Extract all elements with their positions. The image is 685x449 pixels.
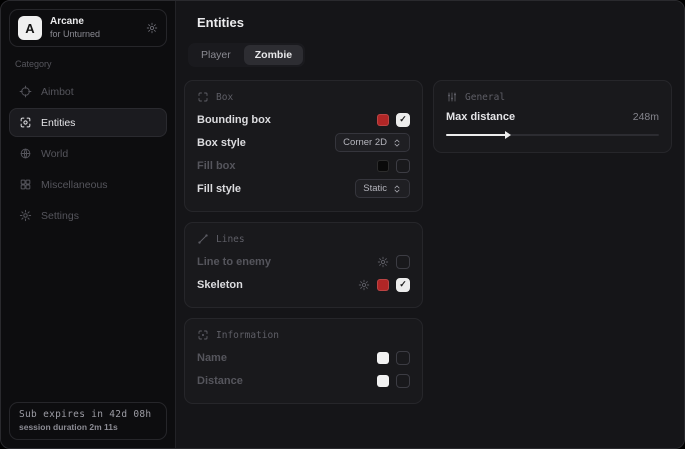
name-label: Name: [197, 352, 227, 364]
row-fill-style: Fill style Static: [197, 177, 410, 200]
box-style-select[interactable]: Corner 2D: [335, 133, 410, 152]
row-fill-box: Fill box: [197, 154, 410, 177]
globe-icon: [19, 147, 32, 160]
category-label: Category: [15, 59, 161, 69]
session-duration-text: session duration 2m 11s: [19, 422, 157, 432]
tab-zombie[interactable]: Zombie: [244, 45, 303, 65]
app-title-block: Arcane for Unturned: [50, 16, 100, 39]
row-bounding-box: Bounding box: [197, 108, 410, 131]
general-card-title: General: [465, 92, 505, 103]
information-card-header: Information: [197, 329, 410, 341]
box-corners-icon: [197, 91, 209, 103]
box-card-header: Box: [197, 91, 410, 103]
box-card: Box Bounding box Box style Corner 2D: [184, 80, 423, 212]
max-distance-value: 248m: [633, 111, 659, 123]
skeleton-checkbox[interactable]: [396, 278, 410, 292]
lines-card-header: Lines: [197, 233, 410, 245]
bounding-box-color-swatch[interactable]: [377, 114, 389, 126]
fill-style-select[interactable]: Static: [355, 179, 410, 198]
page-title: Entities: [197, 15, 672, 30]
right-column: General Max distance 248m: [433, 80, 672, 153]
sidebar-item-label: World: [41, 148, 68, 160]
sidebar-item-settings[interactable]: Settings: [9, 201, 167, 230]
app-header: A Arcane for Unturned: [9, 9, 167, 47]
bounding-box-label: Bounding box: [197, 114, 271, 126]
fill-box-checkbox[interactable]: [396, 159, 410, 173]
left-column: Box Bounding box Box style Corner 2D: [184, 80, 423, 404]
line-to-enemy-label: Line to enemy: [197, 256, 271, 268]
distance-color-swatch[interactable]: [377, 375, 389, 387]
line-to-enemy-settings-icon[interactable]: [377, 256, 389, 268]
row-box-style: Box style Corner 2D: [197, 131, 410, 154]
skeleton-color-swatch[interactable]: [377, 279, 389, 291]
fill-style-value: Static: [363, 183, 387, 194]
distance-label: Distance: [197, 375, 243, 387]
slider-fill: [446, 134, 506, 136]
grid-icon: [19, 178, 32, 191]
bounding-box-checkbox[interactable]: [396, 113, 410, 127]
skeleton-label: Skeleton: [197, 279, 243, 291]
sidebar-item-label: Miscellaneous: [41, 179, 108, 191]
sidebar-item-label: Settings: [41, 210, 79, 222]
line-to-enemy-checkbox[interactable]: [396, 255, 410, 269]
name-color-swatch[interactable]: [377, 352, 389, 364]
app-name: Arcane: [50, 16, 100, 29]
sidebar-item-world[interactable]: World: [9, 139, 167, 168]
tab-player[interactable]: Player: [190, 45, 242, 65]
box-style-label: Box style: [197, 137, 246, 149]
gear-icon: [19, 209, 32, 222]
lines-card-title: Lines: [216, 234, 245, 245]
sidebar: A Arcane for Unturned Category Aimbot En…: [1, 1, 176, 448]
max-distance-label: Max distance: [446, 111, 515, 123]
row-name: Name: [197, 346, 410, 369]
sub-expires-text: Sub expires in 42d 08h: [19, 409, 157, 420]
sidebar-item-label: Aimbot: [41, 86, 74, 98]
diagonal-line-icon: [197, 233, 209, 245]
box-style-value: Corner 2D: [343, 137, 387, 148]
fill-style-label: Fill style: [197, 183, 241, 195]
general-card: General Max distance 248m: [433, 80, 672, 153]
row-skeleton: Skeleton: [197, 273, 410, 296]
sidebar-item-aimbot[interactable]: Aimbot: [9, 77, 167, 106]
max-distance-slider[interactable]: [446, 129, 659, 141]
sliders-icon: [446, 91, 458, 103]
info-scan-icon: [197, 329, 209, 341]
sidebar-item-label: Entities: [41, 117, 75, 129]
header-gear-icon[interactable]: [146, 22, 158, 34]
subscription-card: Sub expires in 42d 08h session duration …: [9, 402, 167, 440]
chevrons-up-down-icon: [392, 184, 402, 194]
main-panel: Entities Player Zombie Box Bounding box: [176, 1, 684, 448]
fill-box-color-swatch[interactable]: [377, 160, 389, 172]
app-window: A Arcane for Unturned Category Aimbot En…: [0, 0, 685, 449]
app-subtitle: for Unturned: [50, 29, 100, 40]
lines-card: Lines Line to enemy Skeleton: [184, 222, 423, 308]
name-checkbox[interactable]: [396, 351, 410, 365]
information-card: Information Name Distance: [184, 318, 423, 404]
scan-icon: [19, 116, 32, 129]
general-card-header: General: [446, 91, 659, 103]
information-card-title: Information: [216, 330, 279, 341]
entity-tabs: Player Zombie: [188, 43, 305, 67]
content-columns: Box Bounding box Box style Corner 2D: [184, 80, 672, 404]
row-distance: Distance: [197, 369, 410, 392]
crosshair-icon: [19, 85, 32, 98]
sidebar-item-miscellaneous[interactable]: Miscellaneous: [9, 170, 167, 199]
box-card-title: Box: [216, 92, 233, 103]
sidebar-item-entities[interactable]: Entities: [9, 108, 167, 137]
chevrons-up-down-icon: [392, 138, 402, 148]
row-line-to-enemy: Line to enemy: [197, 250, 410, 273]
distance-checkbox[interactable]: [396, 374, 410, 388]
fill-box-label: Fill box: [197, 160, 236, 172]
app-logo: A: [18, 16, 42, 40]
row-max-distance: Max distance 248m: [446, 108, 659, 126]
skeleton-settings-icon[interactable]: [358, 279, 370, 291]
